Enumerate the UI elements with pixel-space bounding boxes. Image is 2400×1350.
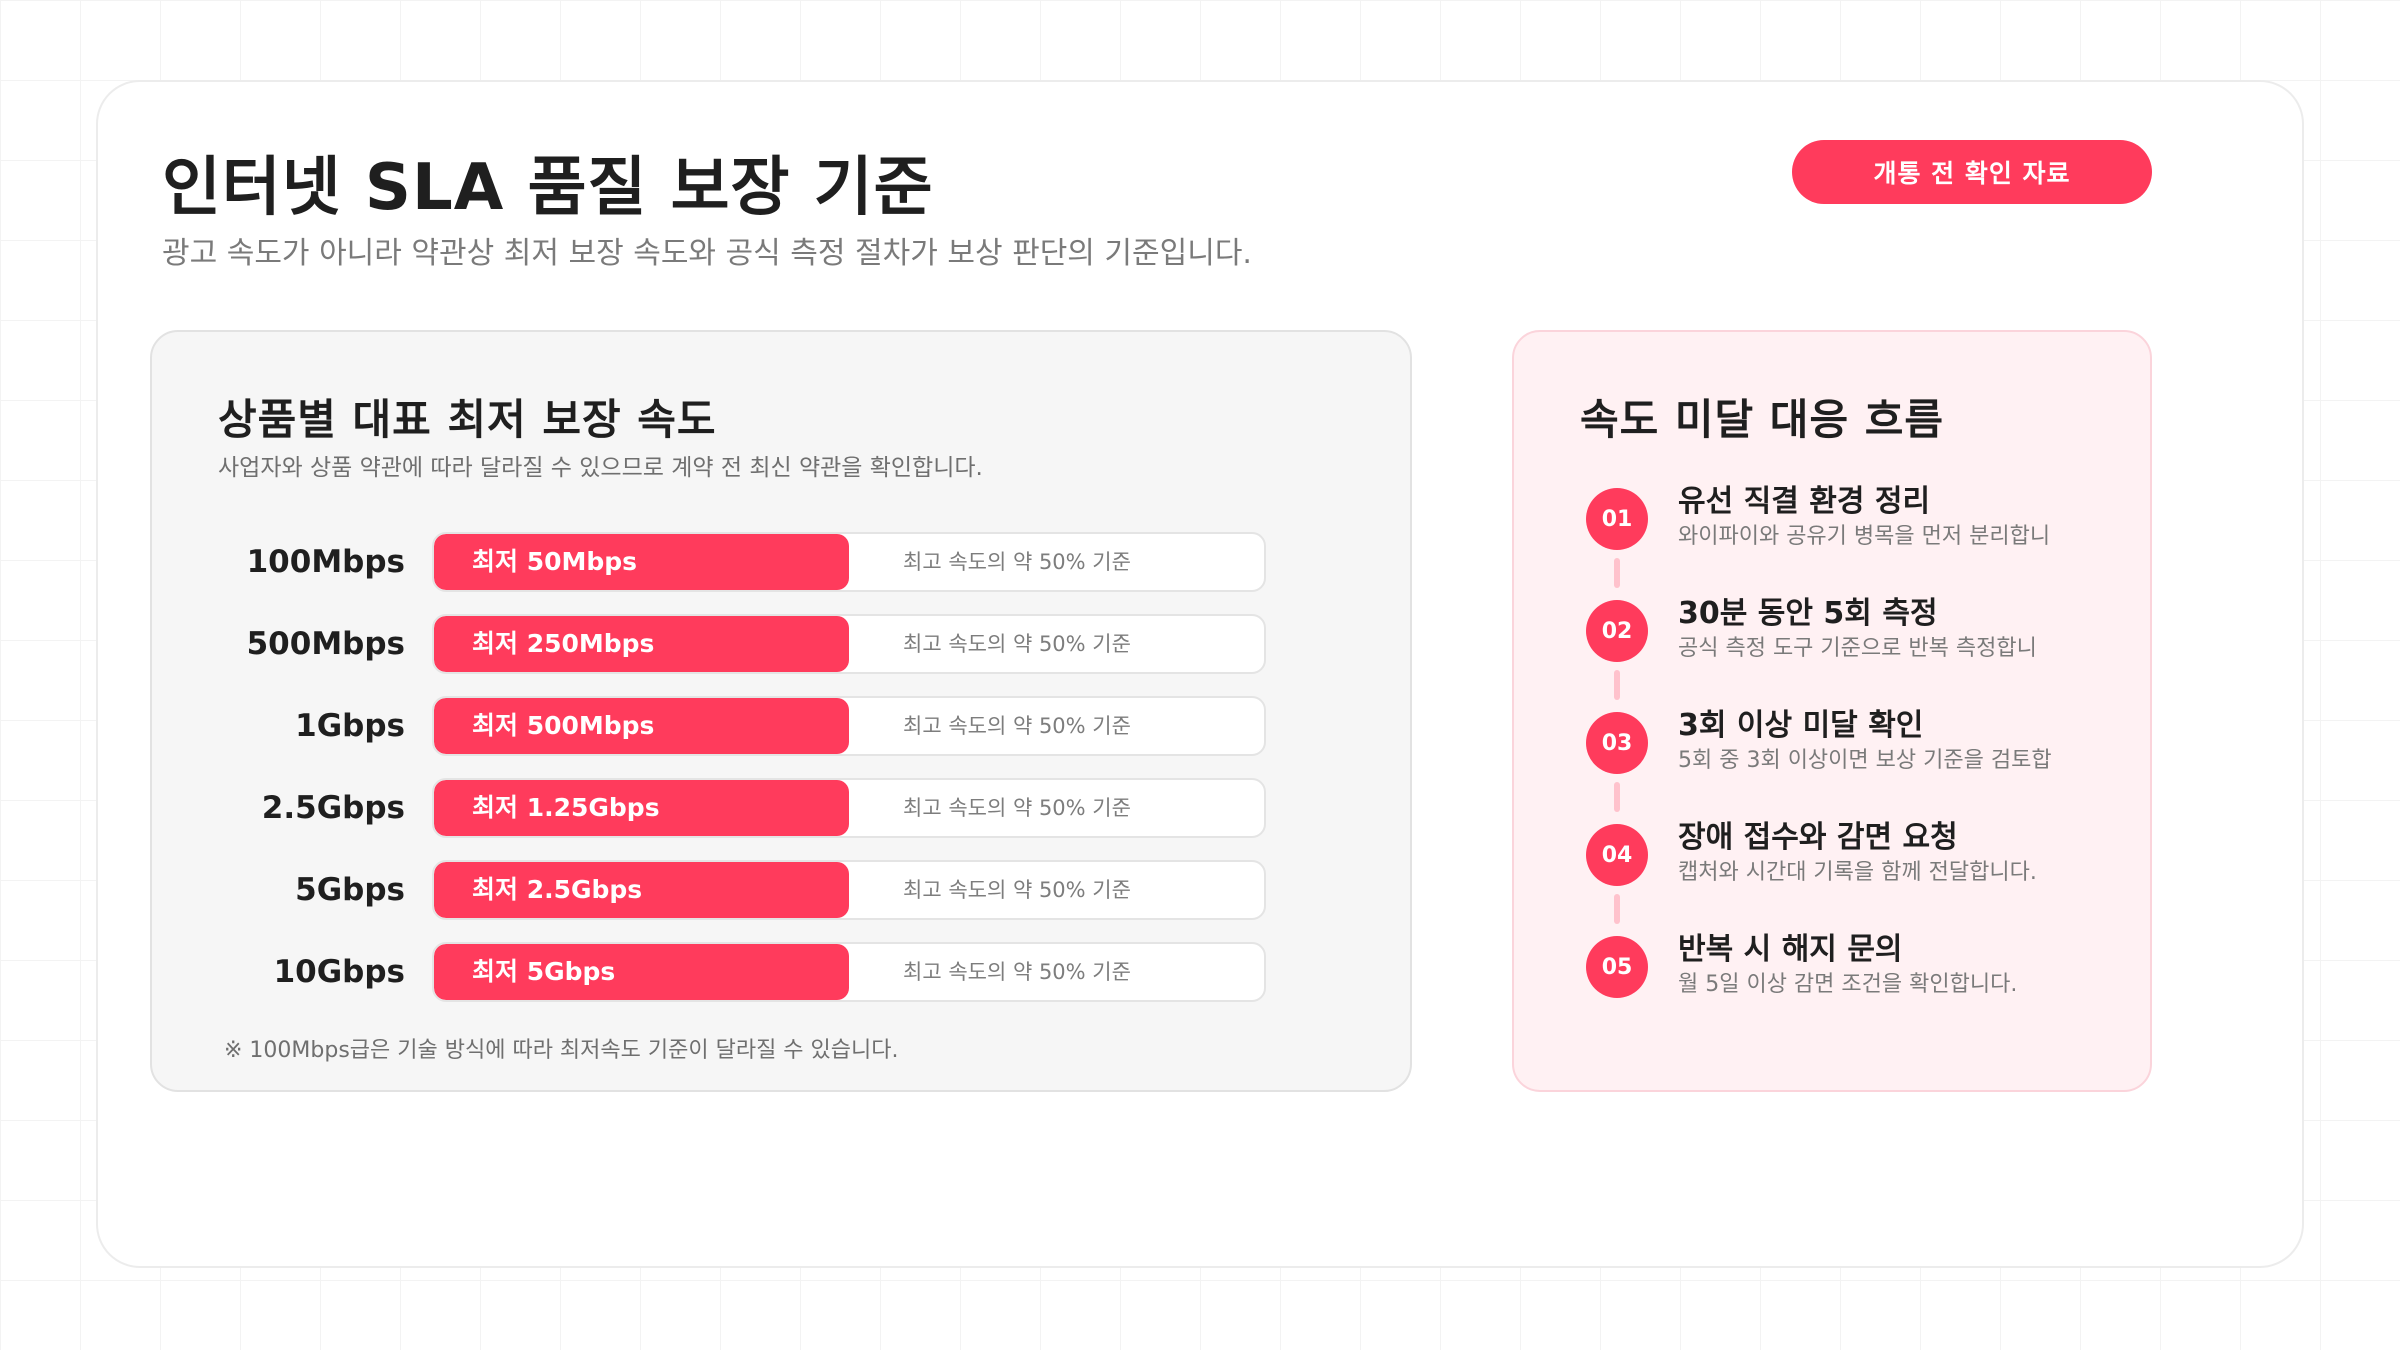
speed-bar-track: 최저 1.25Gbps 최고 속도의 약 50% 기준 bbox=[432, 778, 1266, 838]
flow-step: 04 장애 접수와 감면 요청캡처와 시간대 기록을 함께 전달합니다. bbox=[1514, 820, 2150, 914]
speed-row-plan: 10Gbps bbox=[273, 954, 405, 990]
speed-row-plan: 100Mbps bbox=[246, 544, 405, 580]
speed-bar-track: 최저 500Mbps 최고 속도의 약 50% 기준 bbox=[432, 696, 1266, 756]
step-number: 05 bbox=[1586, 936, 1648, 998]
step-description: 5회 중 3회 이상이면 보상 기준을 검토합 bbox=[1678, 748, 2052, 773]
speed-row-plan: 500Mbps bbox=[246, 626, 405, 662]
step-number: 02 bbox=[1586, 600, 1648, 662]
speed-panel-description: 사업자와 상품 약관에 따라 달라질 수 있으므로 계약 전 최신 약관을 확인… bbox=[218, 455, 983, 481]
flow-step: 05 반복 시 해지 문의월 5일 이상 감면 조건을 확인합니다. bbox=[1514, 932, 2150, 1026]
speed-row-note: 최고 속도의 약 50% 기준 bbox=[903, 796, 1131, 820]
speed-row: 100Mbps 최저 50Mbps 최고 속도의 약 50% 기준 bbox=[152, 532, 1410, 592]
page-subtitle: 광고 속도가 아니라 약관상 최저 보장 속도와 공식 측정 절차가 보상 판단… bbox=[162, 236, 1252, 271]
step-description: 월 5일 이상 감면 조건을 확인합니다. bbox=[1678, 972, 2018, 997]
step-title: 반복 시 해지 문의 bbox=[1678, 932, 1903, 967]
speed-row-minimum: 최저 250Mbps bbox=[472, 629, 655, 658]
flow-step: 03 3회 이상 미달 확인 5회 중 3회 이상이면 보상 기준을 검토합 bbox=[1514, 708, 2150, 802]
step-number: 03 bbox=[1586, 712, 1648, 774]
speed-row: 10Gbps 최저 5Gbps 최고 속도의 약 50% 기준 bbox=[152, 942, 1410, 1002]
step-title: 장애 접수와 감면 요청 bbox=[1678, 820, 1958, 855]
speed-row-minimum: 최저 50Mbps bbox=[472, 547, 638, 576]
speed-footnote: ※ 100Mbps급은 기술 방식에 따라 최저속도 기준이 달라질 수 있습니… bbox=[224, 1038, 899, 1063]
speed-row-minimum: 최저 500Mbps bbox=[472, 711, 655, 740]
speed-bar-track: 최저 250Mbps 최고 속도의 약 50% 기준 bbox=[432, 614, 1266, 674]
step-number: 04 bbox=[1586, 824, 1648, 886]
flow-step: 02 30분 동안 5회 측정공식 측정 도구 기준으로 반복 측정합니 bbox=[1514, 596, 2150, 690]
step-title: 유선 직결 환경 정리 bbox=[1678, 484, 1931, 519]
speed-bar-track: 최저 2.5Gbps 최고 속도의 약 50% 기준 bbox=[432, 860, 1266, 920]
speed-row: 5Gbps 최저 2.5Gbps 최고 속도의 약 50% 기준 bbox=[152, 860, 1410, 920]
speed-bar-track: 최저 5Gbps 최고 속도의 약 50% 기준 bbox=[432, 942, 1266, 1002]
speed-row-plan: 5Gbps bbox=[295, 872, 405, 908]
speed-panel: 상품별 대표 최저 보장 속도 사업자와 상품 약관에 따라 달라질 수 있으므… bbox=[150, 330, 1412, 1092]
speed-row-note: 최고 속도의 약 50% 기준 bbox=[903, 550, 1131, 574]
speed-bar-track: 최저 50Mbps 최고 속도의 약 50% 기준 bbox=[432, 532, 1266, 592]
flow-step: 01 유선 직결 환경 정리와이파이와 공유기 병목을 먼저 분리합니 bbox=[1514, 484, 2150, 578]
step-title: 30분 동안 5회 측정 bbox=[1678, 596, 1938, 631]
speed-row-note: 최고 속도의 약 50% 기준 bbox=[903, 960, 1131, 984]
flow-steps: 01 유선 직결 환경 정리와이파이와 공유기 병목을 먼저 분리합니 02 30분 … bbox=[1514, 332, 2150, 1090]
speed-row-minimum: 최저 2.5Gbps bbox=[472, 875, 643, 904]
flow-panel: 속도 미달 대응 흐름 01 유선 직결 환경 정리 와이파이와 공유기 병목을 먼… bbox=[1512, 330, 2152, 1092]
status-badge: 개통 전 확인 자료 bbox=[1792, 140, 2152, 204]
speed-row-note: 최고 속도의 약 50% 기준 bbox=[903, 714, 1131, 738]
step-number: 01 bbox=[1586, 488, 1648, 550]
speed-panel-title: 상품별 대표 최저 보장 속도 bbox=[218, 395, 717, 444]
speed-row-note: 최고 속도의 약 50% 기준 bbox=[903, 878, 1131, 902]
speed-row: 500Mbps 최저 250Mbps 최고 속도의 약 50% 기준 bbox=[152, 614, 1410, 674]
step-description: 공식 측정 도구 기준으로 반복 측정합니 bbox=[1678, 636, 2037, 661]
step-description: 와이파이와 공유기 병목을 먼저 분리합니 bbox=[1678, 524, 2051, 549]
speed-row-minimum: 최저 5Gbps bbox=[472, 957, 616, 986]
step-title: 3회 이상 미달 확인 bbox=[1678, 708, 1924, 743]
page-title: 인터넷 SLA 품질 보장 기준 bbox=[162, 151, 934, 225]
speed-row: 2.5Gbps 최저 1.25Gbps 최고 속도의 약 50% 기준 bbox=[152, 778, 1410, 838]
speed-row: 1Gbps 최저 500Mbps 최고 속도의 약 50% 기준 bbox=[152, 696, 1410, 756]
main-card: 인터넷 SLA 품질 보장 기준 광고 속도가 아니라 약관상 최저 보장 속도… bbox=[96, 80, 2304, 1268]
speed-row-note: 최고 속도의 약 50% 기준 bbox=[903, 632, 1131, 656]
speed-row-minimum: 최저 1.25Gbps bbox=[472, 793, 660, 822]
speed-row-plan: 1Gbps bbox=[295, 708, 405, 744]
speed-row-plan: 2.5Gbps bbox=[261, 790, 405, 826]
step-description: 캡처와 시간대 기록을 함께 전달합니다. bbox=[1678, 860, 2037, 885]
